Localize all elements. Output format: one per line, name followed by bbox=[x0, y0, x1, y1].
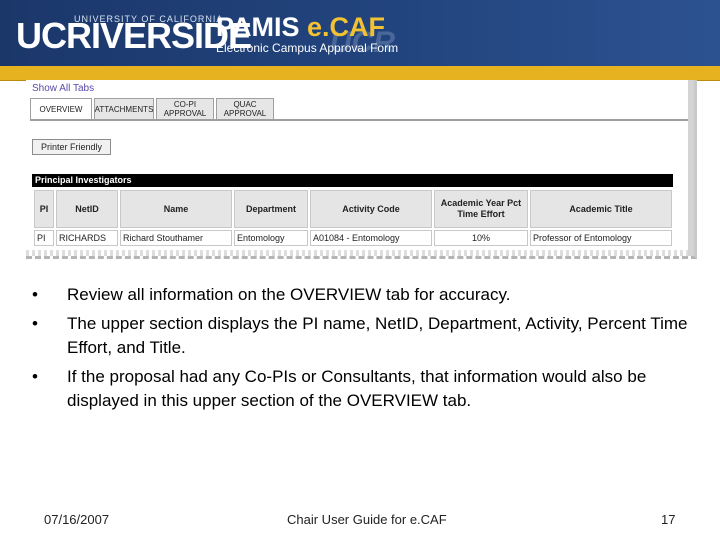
tab-attachments[interactable]: ATTACHMENTS bbox=[94, 98, 154, 120]
cutoff-fade bbox=[26, 250, 694, 256]
bullet-list: • Review all information on the OVERVIEW… bbox=[32, 283, 692, 418]
bullet-text: The upper section displays the PI name, … bbox=[67, 314, 688, 357]
footer-date: 07/16/2007 bbox=[44, 512, 110, 527]
col-academic-title: Academic Title bbox=[530, 190, 672, 228]
pamis-title: PAMIS e.CAF bbox=[216, 14, 385, 41]
bullet-text: Review all information on the OVERVIEW t… bbox=[67, 285, 511, 304]
bullet-text: If the proposal had any Co-PIs or Consul… bbox=[67, 367, 647, 410]
col-activity-code: Activity Code bbox=[310, 190, 432, 228]
tab-overview[interactable]: OVERVIEW bbox=[30, 98, 92, 120]
cell-activity-code: A01084 - Entomology bbox=[310, 230, 432, 246]
tab-divider bbox=[30, 119, 690, 121]
cell-netid: RICHARDS bbox=[56, 230, 118, 246]
tab-bar: OVERVIEW ATTACHMENTS CO-PI APPROVAL QUAC… bbox=[30, 98, 274, 120]
table-header-row: PI NetID Name Department Activity Code A… bbox=[34, 190, 672, 228]
bullet-item: • If the proposal had any Co-PIs or Cons… bbox=[32, 365, 692, 413]
header-banner: UNIVERSITY OF CALIFORNIA UCRIVERSIDE UCR… bbox=[0, 0, 720, 66]
cell-department: Entomology bbox=[234, 230, 308, 246]
cell-pct-time-effort: 10% bbox=[434, 230, 528, 246]
ecaf-text: e.CAF bbox=[307, 12, 386, 42]
printer-friendly-button[interactable]: Printer Friendly bbox=[32, 139, 112, 155]
cell-pi: PI bbox=[34, 230, 54, 246]
col-name: Name bbox=[120, 190, 232, 228]
col-pi: PI bbox=[34, 190, 54, 228]
col-netid: NetID bbox=[56, 190, 118, 228]
pamis-subtitle: Electronic Campus Approval Form bbox=[216, 41, 399, 55]
cell-academic-title: Professor of Entomology bbox=[530, 230, 672, 246]
col-department: Department bbox=[234, 190, 308, 228]
bullet-icon: • bbox=[32, 367, 38, 386]
col-pct-time-effort: Academic Year Pct Time Effort bbox=[434, 190, 528, 228]
principal-investigators-table: PI NetID Name Department Activity Code A… bbox=[32, 188, 674, 248]
overview-screenshot: Show All Tabs OVERVIEW ATTACHMENTS CO-PI… bbox=[26, 80, 697, 259]
bullet-icon: • bbox=[32, 314, 38, 333]
footer-title: Chair User Guide for e.CAF bbox=[287, 512, 447, 527]
principal-investigators-header: Principal Investigators bbox=[32, 174, 673, 187]
table-row: PI RICHARDS Richard Stouthamer Entomolog… bbox=[34, 230, 672, 246]
cell-name: Richard Stouthamer bbox=[120, 230, 232, 246]
tab-co-pi-approval[interactable]: CO-PI APPROVAL bbox=[156, 98, 214, 120]
bullet-item: • Review all information on the OVERVIEW… bbox=[32, 283, 692, 307]
tab-quac-approval[interactable]: QUAC APPROVAL bbox=[216, 98, 274, 120]
pamis-text: PAMIS bbox=[216, 12, 300, 42]
bullet-icon: • bbox=[32, 285, 38, 304]
scrollbar-edge bbox=[688, 80, 694, 256]
bullet-item: • The upper section displays the PI name… bbox=[32, 312, 692, 360]
gold-stripe bbox=[0, 66, 720, 81]
footer-page-number: 17 bbox=[661, 512, 676, 527]
show-all-tabs-link[interactable]: Show All Tabs bbox=[32, 83, 94, 94]
